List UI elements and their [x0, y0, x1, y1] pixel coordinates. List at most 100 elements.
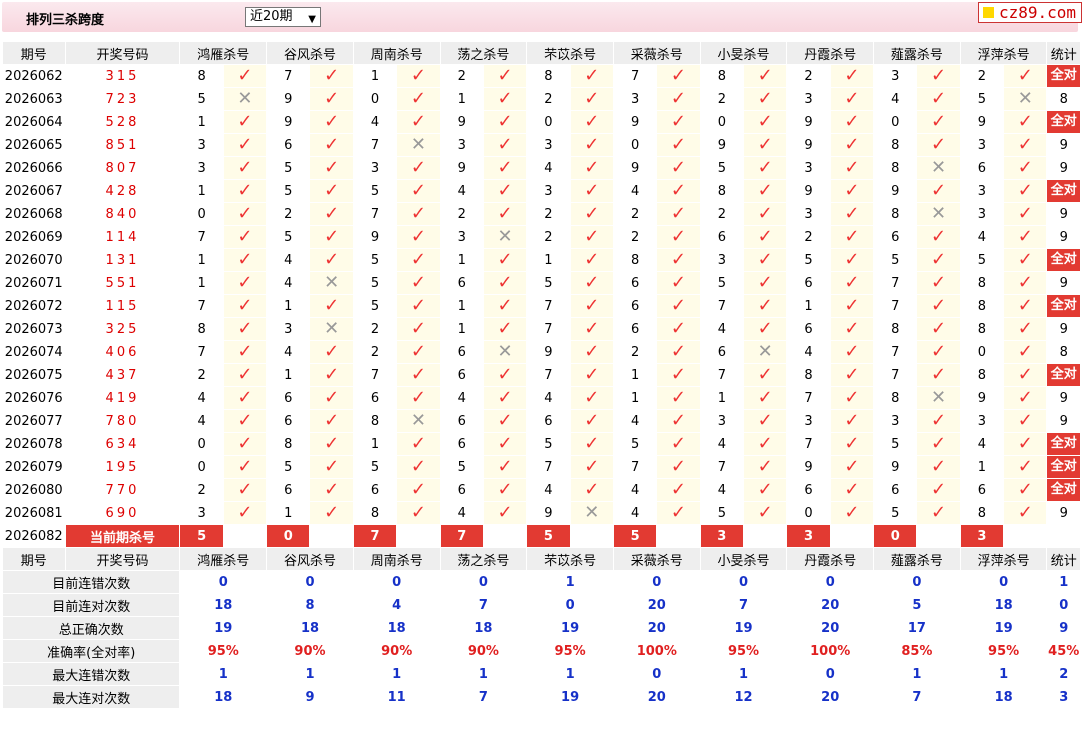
- check-icon: ✓: [237, 456, 253, 477]
- check-mark-icon: ✓: [309, 179, 354, 203]
- check-mark-icon: ✓: [396, 363, 441, 387]
- check-icon: ✓: [324, 180, 340, 201]
- cross-icon: ✕: [931, 203, 947, 224]
- kill-number-cell: 8: [699, 64, 745, 88]
- kill-number-cell: 9: [873, 179, 918, 203]
- summary-row: 目前连错次数 0 0 0 0 1 0 0 0 0 0 1: [1, 570, 1081, 594]
- current-kill-value: 7: [439, 524, 484, 548]
- check-icon: ✓: [757, 226, 773, 247]
- summary-value: 20: [612, 593, 701, 617]
- check-icon: ✓: [497, 295, 513, 316]
- check-mark-icon: ✓: [309, 64, 354, 88]
- kill-number-cell: 6: [612, 294, 658, 318]
- current-kill-value: 5: [179, 524, 224, 548]
- check-icon: ✓: [757, 364, 773, 385]
- col-header-draw: 开奖号码: [64, 41, 181, 65]
- kill-number-cell: 5: [266, 225, 311, 249]
- kill-number-cell: 3: [439, 225, 484, 249]
- check-mark-icon: ✓: [396, 478, 441, 502]
- check-icon: ✓: [844, 65, 860, 86]
- check-icon: ✓: [844, 226, 860, 247]
- check-icon: ✓: [931, 226, 947, 247]
- check-icon: ✓: [844, 134, 860, 155]
- check-icon: ✓: [670, 479, 687, 500]
- check-mark-icon: ✓: [1003, 271, 1048, 295]
- check-icon: ✓: [324, 433, 340, 454]
- check-mark-icon: ✓: [742, 156, 788, 180]
- stat-value: 9: [1059, 137, 1068, 153]
- check-mark-icon: ✓: [569, 340, 614, 364]
- check-mark-icon: ✓: [916, 317, 961, 341]
- summary-value: 1: [873, 662, 961, 686]
- table-row: 2026069 114 7 ✓ 5 ✓ 9 ✓ 3 ✕ 2 ✓ 2 ✓ 6 ✓ 2 ✓ 6 ✓ 4 ✓ 9: [2, 225, 1081, 249]
- check-icon: ✓: [497, 272, 513, 293]
- kill-number-cell: 7: [179, 294, 224, 318]
- summary-value: 4: [352, 593, 441, 617]
- kill-number-cell: 2: [786, 225, 831, 249]
- check-icon: ✓: [1017, 456, 1033, 477]
- check-mark-icon: ✓: [1003, 64, 1048, 88]
- kill-number-table: 期号 开奖号码 鸿雁杀号 谷风杀号 周南杀号 荡之杀号 芣苡杀号 采薇杀号 小旻杀号 丹霞杀号 薤露…: [1, 41, 1081, 709]
- table-row: 2026062 315 8 ✓ 7 ✓ 1 ✓ 2 ✓ 8 ✓ 7 ✓ 8 ✓ 2 ✓ 3 ✓ 2 ✓ 全对: [2, 64, 1081, 88]
- kill-number-cell: 8: [352, 501, 398, 525]
- summary-value: 11: [352, 685, 441, 709]
- kill-number-cell: 8: [959, 271, 1005, 295]
- check-mark-icon: ✓: [916, 179, 961, 203]
- draw-number-cell: 770: [64, 478, 181, 502]
- kill-number-cell: 5: [439, 455, 484, 479]
- kill-number-cell: 7: [873, 294, 918, 318]
- check-icon: ✓: [844, 272, 860, 293]
- cross-mark-icon: ✕: [309, 317, 354, 341]
- check-icon: ✓: [410, 318, 426, 339]
- check-icon: ✓: [757, 65, 773, 86]
- check-mark-icon: ✓: [656, 156, 701, 180]
- col-header-expert: 荡之杀号: [439, 547, 528, 571]
- check-mark-icon: ✓: [482, 248, 528, 272]
- check-mark-icon: ✓: [309, 455, 354, 479]
- kill-number-cell: 4: [439, 179, 484, 203]
- kill-number-cell: 1: [179, 110, 224, 134]
- check-icon: ✓: [670, 203, 687, 224]
- kill-number-cell: 9: [959, 110, 1005, 134]
- kill-number-cell: 1: [959, 455, 1005, 479]
- kill-number-cell: 7: [612, 64, 658, 88]
- table-row: 2026081 690 3 ✓ 1 ✓ 8 ✓ 4 ✓ 9 ✕ 4 ✓ 5 ✓ 0 ✓ 5 ✓ 8 ✓ 9: [2, 501, 1081, 525]
- check-icon: ✓: [497, 410, 513, 431]
- summary-value: 45%: [1046, 639, 1081, 663]
- stat-cell: 9: [1046, 386, 1081, 410]
- cross-icon: ✕: [410, 410, 426, 431]
- period-range-select[interactable]: 近20期 ▼: [245, 7, 321, 27]
- kill-number-cell: 3: [873, 64, 918, 88]
- col-header-issue: 期号: [2, 41, 66, 65]
- check-mark-icon: ✓: [656, 386, 701, 410]
- stat-cell: 9: [1046, 271, 1081, 295]
- kill-number-cell: 4: [959, 225, 1005, 249]
- check-icon: ✓: [844, 295, 860, 316]
- summary-value: 9: [1046, 616, 1081, 640]
- check-mark-icon: ✓: [222, 455, 268, 479]
- summary-label: 最大连错次数: [1, 662, 181, 686]
- check-mark-icon: ✓: [916, 478, 961, 502]
- check-icon: ✓: [584, 410, 600, 431]
- cross-icon: ✕: [497, 341, 513, 362]
- check-mark-icon: ✓: [309, 501, 354, 525]
- kill-number-cell: 3: [786, 409, 831, 433]
- check-icon: ✓: [237, 341, 253, 362]
- summary-value: 3: [1046, 685, 1081, 709]
- summary-value: 18: [352, 616, 441, 640]
- summary-row: 最大连错次数 1 1 1 1 1 0 1 0 1 1 2: [1, 662, 1081, 686]
- summary-value: 1: [352, 662, 441, 686]
- col-header-expert: 谷风杀号: [266, 547, 354, 571]
- col-header-stat: 统计: [1046, 41, 1081, 65]
- check-mark-icon: ✓: [482, 409, 528, 433]
- check-icon: ✓: [324, 456, 340, 477]
- site-logo[interactable]: cz89.com: [978, 2, 1082, 23]
- check-icon: ✓: [844, 456, 860, 477]
- kill-number-cell: 9: [959, 386, 1005, 410]
- kill-number-cell: 4: [179, 386, 224, 410]
- check-icon: ✓: [670, 272, 687, 293]
- check-icon: ✓: [844, 410, 860, 431]
- kill-number-cell: 1: [179, 248, 224, 272]
- kill-number-cell: 3: [786, 202, 831, 226]
- table-row: 2026070 131 1 ✓ 4 ✓ 5 ✓ 1 ✓ 1 ✓ 8 ✓ 3 ✓ 5 ✓ 5 ✓ 5 ✓ 全对: [2, 248, 1081, 272]
